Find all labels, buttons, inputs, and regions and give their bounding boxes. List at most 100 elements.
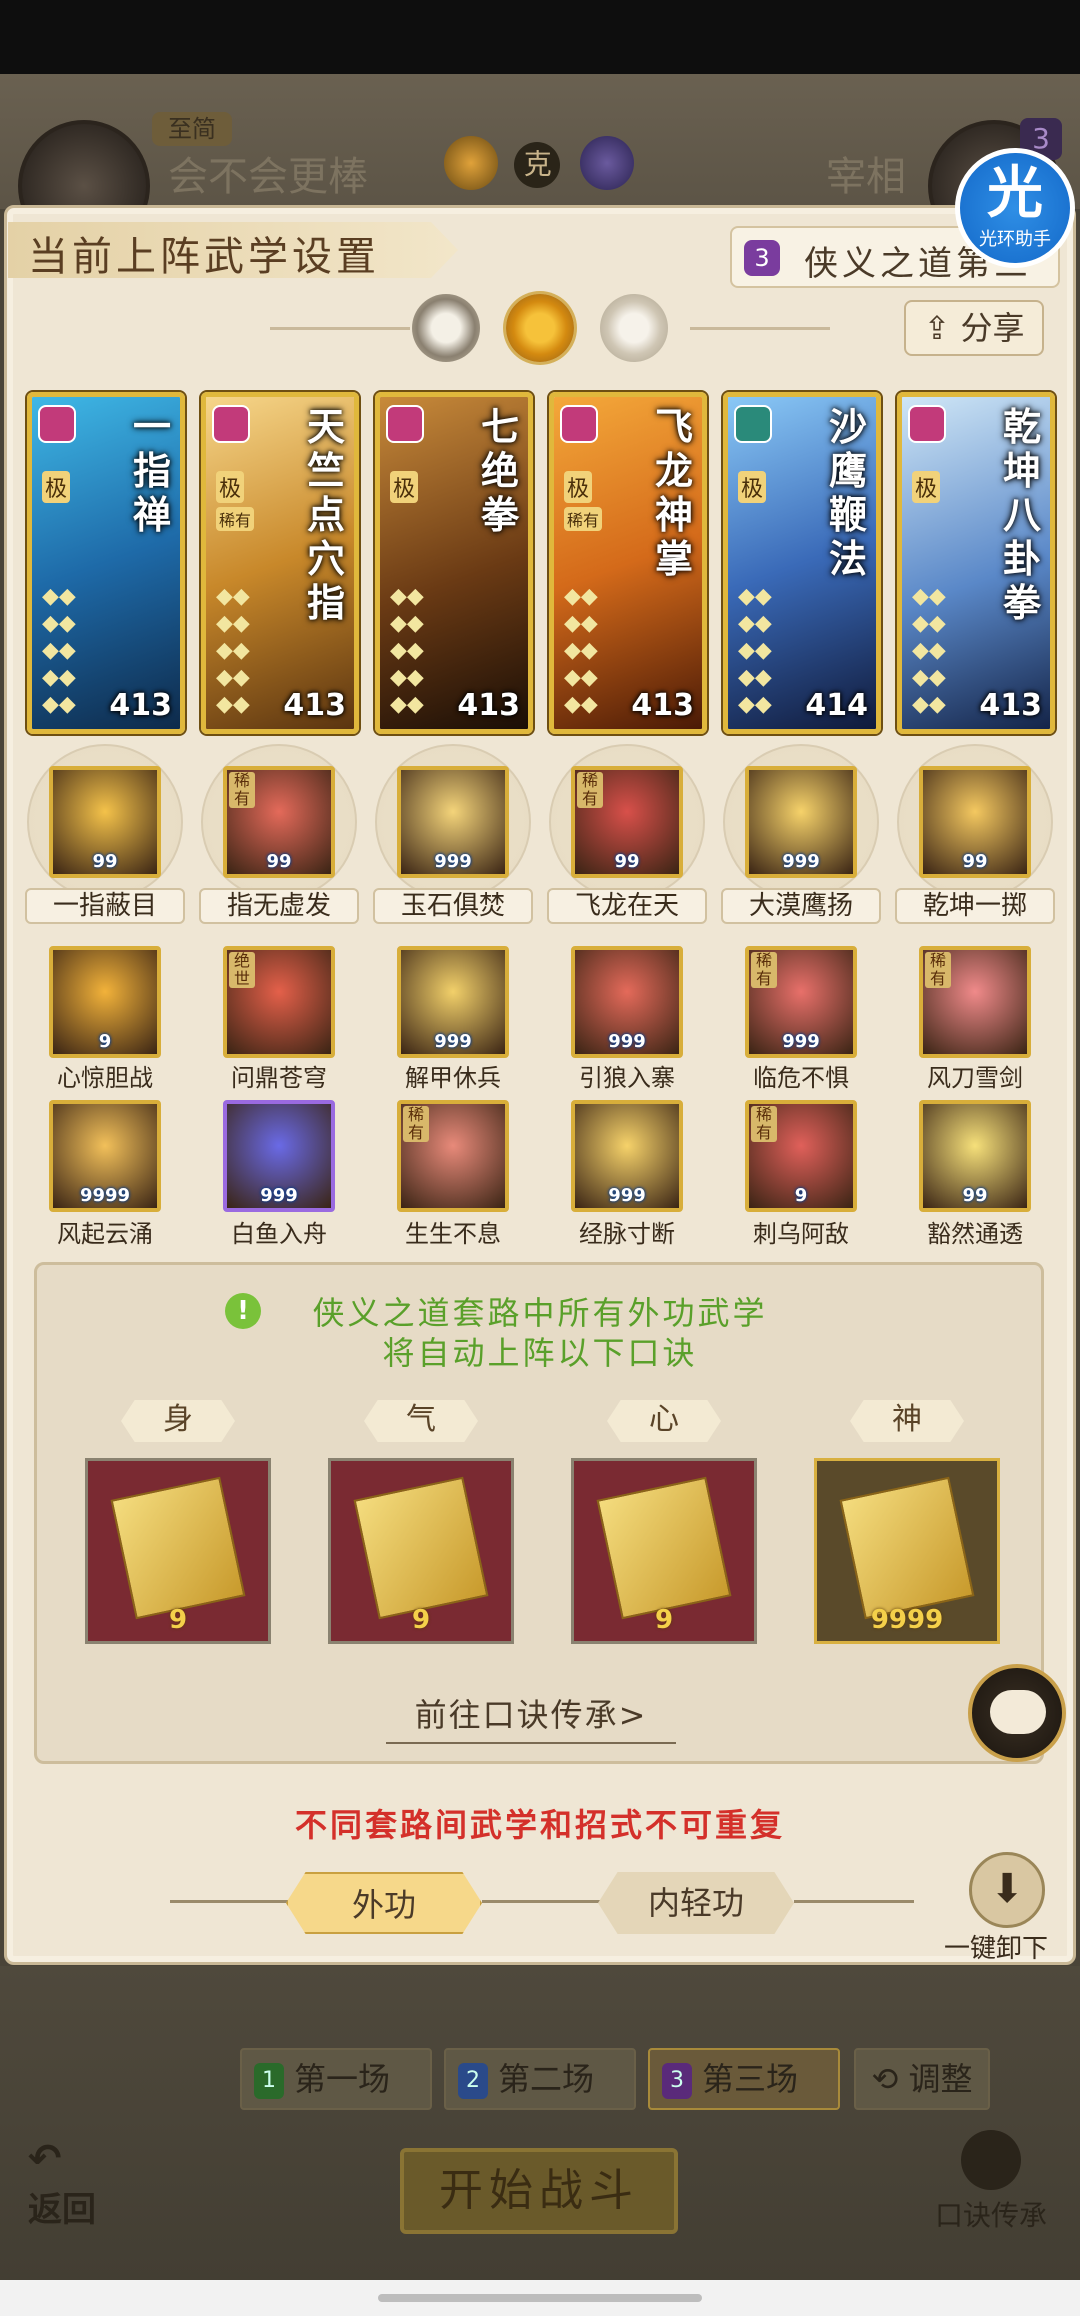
skill-icon[interactable]: 999 xyxy=(571,946,683,1058)
skill-icon[interactable]: 稀有 999 xyxy=(745,946,857,1058)
skill-icon[interactable]: 999 xyxy=(571,1100,683,1212)
share-button[interactable]: ⇪ 分享 xyxy=(904,300,1044,356)
unload-all-button[interactable]: ⬇ xyxy=(969,1852,1045,1928)
round-label: 第一场 xyxy=(294,2060,391,2098)
sun-icon xyxy=(444,136,498,190)
sun-orb-icon[interactable] xyxy=(506,294,574,362)
skill-name: 指无虚发 xyxy=(199,888,359,924)
round-number: 3 xyxy=(662,2063,692,2099)
skill-name: 生生不息 xyxy=(405,1220,501,1248)
skill-level: 99 xyxy=(266,851,292,872)
skill-icon[interactable]: 999 xyxy=(745,766,857,878)
round-number: 2 xyxy=(458,2063,488,2099)
card-power: 413 xyxy=(109,688,172,723)
round-tab[interactable]: 1 第一场 xyxy=(240,2048,432,2110)
player-name: 会不会更棒 xyxy=(168,154,368,200)
skill-icon[interactable]: 999 xyxy=(397,766,509,878)
home-indicator[interactable] xyxy=(0,2280,1080,2316)
skill-level: 999 xyxy=(782,1031,820,1052)
martial-card[interactable]: 极 乾坤八卦拳 ◆◆ ◆◆ ◆◆ ◆◆ ◆◆ 413 xyxy=(897,392,1055,734)
moon-orb-icon[interactable] xyxy=(412,294,480,362)
mantra-tab: 身 xyxy=(121,1400,235,1442)
goto-mantra-inherit-link[interactable]: 前往口诀传承> xyxy=(386,1690,676,1744)
wind-orb-icon[interactable] xyxy=(600,294,668,362)
martial-card[interactable]: 极 一指禅 ◆◆ ◆◆ ◆◆ ◆◆ ◆◆ 413 xyxy=(27,392,185,734)
rank-badge: 极 xyxy=(912,471,941,503)
mantra-card[interactable]: 9 xyxy=(571,1458,757,1644)
martial-card[interactable]: 极稀有 天竺点穴指 ◆◆ ◆◆ ◆◆ ◆◆ ◆◆ 413 xyxy=(201,392,359,734)
round-label: 第三场 xyxy=(702,2060,799,2098)
martial-card[interactable]: 极 沙鹰鞭法 ◆◆ ◆◆ ◆◆ ◆◆ ◆◆ 414 xyxy=(723,392,881,734)
skill-icon[interactable]: 99 xyxy=(919,1100,1031,1212)
martial-card[interactable]: 极 七绝拳 ◆◆ ◆◆ ◆◆ ◆◆ ◆◆ 413 xyxy=(375,392,533,734)
player-tag: 至简 xyxy=(152,112,232,146)
back-label: 返回 xyxy=(28,2190,96,2230)
adjust-button[interactable]: ⟲ 调整 xyxy=(854,2048,990,2110)
skill-rarity-badge: 稀有 xyxy=(403,1106,429,1142)
inner-kungfu-tab[interactable]: 内轻功 xyxy=(598,1872,794,1934)
skill-icon[interactable]: 稀有 xyxy=(397,1100,509,1212)
down-arrow-icon: ⬇ xyxy=(990,1866,1024,1912)
panel-title: 当前上阵武学设置 xyxy=(28,234,380,280)
skill-name: 风起云涌 xyxy=(57,1220,153,1248)
opponent-bar: 至简 会不会更棒 克 宰相 3 xyxy=(0,74,1080,252)
helper-icon: 光 xyxy=(987,161,1043,226)
skill-name: 临危不惧 xyxy=(753,1064,849,1092)
rarity-badge: 稀有 xyxy=(564,507,603,531)
round-tab[interactable]: 2 第二场 xyxy=(444,2048,636,2110)
skill-level: 9999 xyxy=(79,1185,131,1206)
helper-floating-button[interactable]: 光 光环助手 xyxy=(955,148,1075,268)
stat-pips-icon: ◆◆ ◆◆ ◆◆ ◆◆ ◆◆ xyxy=(390,584,424,717)
mode-divider-left xyxy=(170,1900,290,1903)
adjust-label: 调整 xyxy=(908,2060,973,2098)
chat-button[interactable] xyxy=(968,1664,1066,1762)
mantra-card[interactable]: 9 xyxy=(85,1458,271,1644)
card-title: 飞龙神掌 xyxy=(654,404,693,581)
skill-name: 一指蔽目 xyxy=(25,888,185,924)
back-button[interactable]: ↶ 返回 xyxy=(28,2136,96,2231)
mantra-card[interactable]: 9 xyxy=(328,1458,514,1644)
counter-mark: 克 xyxy=(523,147,552,181)
mantra-level: 9 xyxy=(411,1605,431,1635)
skill-rarity-badge: 稀有 xyxy=(751,1106,777,1142)
mode-divider-mid xyxy=(482,1900,602,1903)
status-bar xyxy=(0,0,1080,74)
skill-name: 问鼎苍穹 xyxy=(231,1064,327,1092)
skill-icon[interactable]: 9 xyxy=(49,946,161,1058)
mantra-inherit-button[interactable]: 口诀传承 xyxy=(916,2130,1066,2234)
start-battle-button[interactable]: 开始战斗 xyxy=(400,2148,678,2234)
round-tab[interactable]: 3 第三场 xyxy=(648,2048,840,2110)
mantra-scroll-icon xyxy=(596,1476,732,1620)
skill-icon[interactable]: 稀有 9 xyxy=(745,1100,857,1212)
mantra-level: 9 xyxy=(654,1605,674,1635)
helper-label: 光环助手 xyxy=(979,229,1051,250)
card-power: 414 xyxy=(805,688,868,723)
skill-icon[interactable]: 9999 xyxy=(49,1100,161,1212)
skill-icon[interactable]: 999 xyxy=(397,946,509,1058)
skill-icon[interactable]: 稀有 99 xyxy=(571,766,683,878)
stat-pips-icon: ◆◆ ◆◆ ◆◆ ◆◆ ◆◆ xyxy=(42,584,76,717)
skill-icon[interactable]: 999 xyxy=(223,1100,335,1212)
skill-icon[interactable]: 绝世 xyxy=(223,946,335,1058)
skill-icon[interactable]: 99 xyxy=(919,766,1031,878)
card-power: 413 xyxy=(631,688,694,723)
skill-level: 99 xyxy=(614,851,640,872)
martial-card[interactable]: 极稀有 飞龙神掌 ◆◆ ◆◆ ◆◆ ◆◆ ◆◆ 413 xyxy=(549,392,707,734)
sect-icon xyxy=(908,405,946,443)
stat-pips-icon: ◆◆ ◆◆ ◆◆ ◆◆ ◆◆ xyxy=(564,584,598,717)
card-title: 乾坤八卦拳 xyxy=(1002,404,1041,625)
skill-name: 乾坤一掷 xyxy=(895,888,1055,924)
skill-icon[interactable]: 稀有 99 xyxy=(223,766,335,878)
skill-icon[interactable]: 稀有 xyxy=(919,946,1031,1058)
adjust-icon: ⟲ xyxy=(871,2060,909,2098)
skill-icon[interactable]: 99 xyxy=(49,766,161,878)
sect-icon xyxy=(560,405,598,443)
skill-name: 引狼入寨 xyxy=(579,1064,675,1092)
mantra-card[interactable]: 9999 xyxy=(814,1458,1000,1644)
skill-name: 豁然通透 xyxy=(927,1220,1023,1248)
outer-kungfu-tab[interactable]: 外功 xyxy=(286,1872,482,1934)
skill-level: 99 xyxy=(962,851,988,872)
stat-pips-icon: ◆◆ ◆◆ ◆◆ ◆◆ ◆◆ xyxy=(738,584,772,717)
rank-badge: 极 xyxy=(738,471,767,503)
card-power: 413 xyxy=(283,688,346,723)
